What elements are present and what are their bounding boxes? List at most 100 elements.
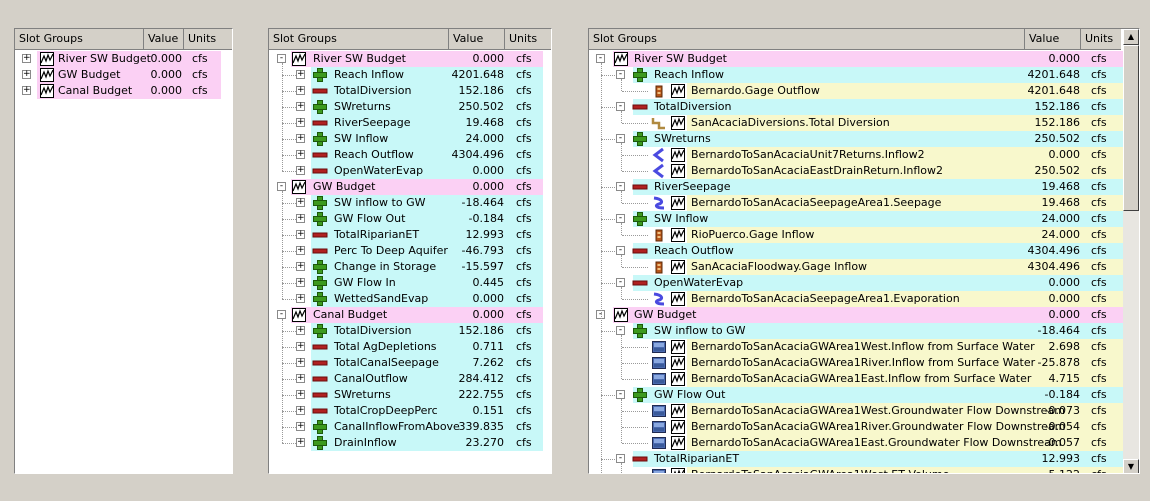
expand-toggle-icon[interactable]: + [296,406,305,415]
tree-row-slot[interactable]: - SW Inflow 24.000 cfs [589,211,1123,227]
tree-row-group[interactable]: - GW Budget 0.000 cfs [269,179,551,195]
tree-row-slot[interactable]: + Reach Outflow 4304.496 cfs [269,147,551,163]
tree-row-data[interactable]: SanAcaciaDiversions.Total Diversion 152.1… [589,115,1123,131]
collapse-toggle-icon[interactable]: - [616,390,625,399]
tree-row-slot[interactable]: + RiverSeepage 19.468 cfs [269,115,551,131]
expand-toggle-icon[interactable]: + [296,358,305,367]
expand-toggle-icon[interactable]: + [296,166,305,175]
tree-row-data[interactable]: BernardoToSanAcaciaGWArea1West.Inflow fr… [589,339,1123,355]
tree-row-slot[interactable]: + SWreturns 222.755 cfs [269,387,551,403]
expand-toggle-icon[interactable]: + [22,54,31,63]
tree-row-group[interactable]: + Canal Budget 0.000 cfs [15,83,232,99]
tree-row-slot[interactable]: - Reach Inflow 4201.648 cfs [589,67,1123,83]
expand-toggle-icon[interactable]: + [296,390,305,399]
tree-row-slot[interactable]: + Change in Storage -15.597 cfs [269,259,551,275]
expand-toggle-icon[interactable]: + [296,294,305,303]
tree-row-data[interactable]: BernardoToSanAcaciaGWArea1West.ET Volume… [589,467,1123,473]
expand-toggle-icon[interactable]: + [296,198,305,207]
expand-toggle-icon[interactable]: + [296,278,305,287]
tree-row-data[interactable]: RioPuerco.Gage Inflow 24.000 cfs [589,227,1123,243]
tree-row-slot[interactable]: + GW Flow In 0.445 cfs [269,275,551,291]
expand-toggle-icon[interactable]: + [296,150,305,159]
tree-row-slot[interactable]: - OpenWaterEvap 0.000 cfs [589,275,1123,291]
tree-row-slot[interactable]: - RiverSeepage 19.468 cfs [589,179,1123,195]
collapse-toggle-icon[interactable]: - [616,134,625,143]
expand-toggle-icon[interactable]: + [296,374,305,383]
expand-toggle-icon[interactable]: + [296,214,305,223]
tree-row-data[interactable]: Bernardo.Gage Outflow 4201.648 cfs [589,83,1123,99]
tree-row-slot[interactable]: + TotalCropDeepPerc 0.151 cfs [269,403,551,419]
tree-row-group[interactable]: - River SW Budget 0.000 cfs [269,51,551,67]
column-header-units[interactable]: Units [184,29,232,49]
expand-toggle-icon[interactable]: + [296,70,305,79]
slot-groups-panel-summary[interactable]: Slot Groups Value Units + River SW Budget… [14,28,233,474]
tree-row-data[interactable]: BernardoToSanAcaciaEastDrainReturn.Inflo… [589,163,1123,179]
column-header-slot-groups[interactable]: Slot Groups [15,29,144,49]
slot-groups-panel-slots[interactable]: Slot Groups Value Units - River SW Budget… [268,28,552,474]
tree-row-slot[interactable]: + GW Flow Out -0.184 cfs [269,211,551,227]
tree-row-slot[interactable]: + OpenWaterEvap 0.000 cfs [269,163,551,179]
expand-toggle-icon[interactable]: + [296,438,305,447]
collapse-toggle-icon[interactable]: - [277,54,286,63]
tree-row-slot[interactable]: + TotalRiparianET 12.993 cfs [269,227,551,243]
tree-row-slot[interactable]: + TotalDiversion 152.186 cfs [269,323,551,339]
expand-toggle-icon[interactable]: + [22,86,31,95]
tree-row-slot[interactable]: + SW inflow to GW -18.464 cfs [269,195,551,211]
tree-row-data[interactable]: BernardoToSanAcaciaGWArea1River.Groundwa… [589,419,1123,435]
column-header-units[interactable]: Units [505,29,551,49]
expand-toggle-icon[interactable]: + [296,422,305,431]
expand-toggle-icon[interactable]: + [296,326,305,335]
collapse-toggle-icon[interactable]: - [616,70,625,79]
tree-row-slot[interactable]: - GW Flow Out -0.184 cfs [589,387,1123,403]
collapse-toggle-icon[interactable]: - [277,310,286,319]
scroll-up-arrow-icon[interactable]: ▲ [1123,29,1139,45]
column-header-units[interactable]: Units [1081,29,1123,49]
expand-toggle-icon[interactable]: + [296,230,305,239]
tree-row-slot[interactable]: + SWreturns 250.502 cfs [269,99,551,115]
expand-toggle-icon[interactable]: + [296,118,305,127]
tree-row-data[interactable]: BernardoToSanAcaciaGWArea1East.Groundwat… [589,435,1123,451]
column-header-value[interactable]: Value [449,29,505,49]
tree-row-slot[interactable]: + WettedSandEvap 0.000 cfs [269,291,551,307]
tree-row-slot[interactable]: - SWreturns 250.502 cfs [589,131,1123,147]
slot-groups-panel-detail[interactable]: Slot Groups Value Units - River SW Budget… [588,28,1140,474]
collapse-toggle-icon[interactable]: - [616,246,625,255]
tree-row-slot[interactable]: + Perc To Deep Aquifer -46.793 cfs [269,243,551,259]
collapse-toggle-icon[interactable]: - [616,278,625,287]
tree-row-data[interactable]: BernardoToSanAcaciaSeepageArea1.Seepage 1… [589,195,1123,211]
column-header-value[interactable]: Value [144,29,184,49]
tree-row-group[interactable]: - GW Budget 0.000 cfs [589,307,1123,323]
tree-row-data[interactable]: SanAcaciaFloodway.Gage Inflow 4304.496 cfs [589,259,1123,275]
tree-row-slot[interactable]: + CanalOutflow 284.412 cfs [269,371,551,387]
expand-toggle-icon[interactable]: + [296,86,305,95]
tree-row-data[interactable]: BernardoToSanAcaciaGWArea1East.Inflow fr… [589,371,1123,387]
expand-toggle-icon[interactable]: + [296,262,305,271]
vertical-scrollbar[interactable]: ▲ ▼ [1123,29,1139,473]
tree-row-data[interactable]: BernardoToSanAcaciaSeepageArea1.Evaporat… [589,291,1123,307]
collapse-toggle-icon[interactable]: - [596,54,605,63]
column-header-slot-groups[interactable]: Slot Groups [589,29,1025,49]
tree-row-group[interactable]: - River SW Budget 0.000 cfs [589,51,1123,67]
column-header-value[interactable]: Value [1025,29,1081,49]
scroll-down-arrow-icon[interactable]: ▼ [1123,459,1139,473]
collapse-toggle-icon[interactable]: - [616,326,625,335]
tree-row-slot[interactable]: - TotalRiparianET 12.993 cfs [589,451,1123,467]
tree-row-data[interactable]: BernardoToSanAcaciaGWArea1West.Groundwat… [589,403,1123,419]
expand-toggle-icon[interactable]: + [296,246,305,255]
collapse-toggle-icon[interactable]: - [616,102,625,111]
tree-row-slot[interactable]: + Total AgDepletions 0.711 cfs [269,339,551,355]
tree-row-slot[interactable]: + CanalInflowFromAbove 339.835 cfs [269,419,551,435]
tree-row-slot[interactable]: + TotalCanalSeepage 7.262 cfs [269,355,551,371]
expand-toggle-icon[interactable]: + [22,70,31,79]
scrollbar-thumb[interactable] [1123,45,1139,211]
tree-row-data[interactable]: BernardoToSanAcaciaGWArea1River.Inflow f… [589,355,1123,371]
tree-row-slot[interactable]: + Reach Inflow 4201.648 cfs [269,67,551,83]
tree-row-slot[interactable]: + SW Inflow 24.000 cfs [269,131,551,147]
tree-row-slot[interactable]: + DrainInflow 23.270 cfs [269,435,551,451]
tree-row-slot[interactable]: - SW inflow to GW -18.464 cfs [589,323,1123,339]
collapse-toggle-icon[interactable]: - [616,214,625,223]
tree-row-group[interactable]: - Canal Budget 0.000 cfs [269,307,551,323]
collapse-toggle-icon[interactable]: - [616,454,625,463]
tree-row-slot[interactable]: - TotalDiversion 152.186 cfs [589,99,1123,115]
tree-row-group[interactable]: + GW Budget 0.000 cfs [15,67,232,83]
